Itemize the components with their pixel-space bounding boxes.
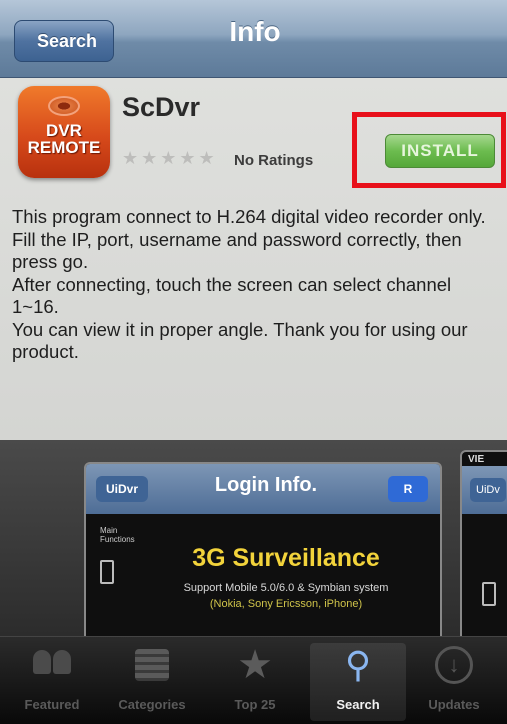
screenshot-back-button: UiDv — [470, 478, 506, 502]
app-name: ScDvr — [122, 92, 201, 122]
tab-featured[interactable]: Featured — [4, 643, 100, 721]
back-button[interactable]: Search — [14, 20, 115, 62]
description-line: Fill the IP, port, username and password… — [12, 228, 462, 273]
screenshot-carousel[interactable]: UiDvr Login Info. R Main Functions 3G Su… — [0, 440, 507, 636]
screenshot-navbar: UiDvr Login Info. R — [86, 464, 440, 514]
description-line: After connecting, touch the screen can s… — [12, 273, 452, 318]
screenshot-1[interactable]: UiDvr Login Info. R Main Functions 3G Su… — [84, 462, 442, 636]
screenshot-back-button: UiDvr — [96, 476, 149, 502]
app-icon-label: DVR REMOTE — [27, 121, 101, 157]
updates-icon: ↓ — [435, 646, 473, 684]
tab-categories[interactable]: Categories — [104, 643, 200, 721]
tab-top-25[interactable]: ★ Top 25 — [207, 643, 303, 721]
screenshot-subtext: Support Mobile 5.0/6.0 & Symbian system … — [183, 582, 389, 610]
app-icon: DVR REMOTE — [18, 86, 110, 178]
screenshot-status: VIE — [468, 454, 485, 465]
ratings-label: No Ratings — [234, 152, 314, 169]
camera-eye-icon — [48, 96, 80, 116]
screenshot-side-menu: Main Functions — [100, 526, 150, 584]
screenshot-r-button: R — [388, 476, 428, 502]
screenshot-headline: 3G Surveillance — [192, 544, 380, 572]
description-line: You can view it in proper angle. Thank y… — [12, 318, 468, 363]
phone-icon — [100, 560, 114, 584]
tab-updates[interactable]: ↓ Updates — [406, 643, 502, 721]
app-info-panel: DVR REMOTE ScDvr ★★★★★ No Ratings INSTAL… — [0, 78, 507, 440]
featured-icon — [32, 650, 72, 680]
rating-stars-icon: ★★★★★ — [122, 148, 218, 168]
star-icon: ★ — [237, 643, 273, 687]
tab-search[interactable]: ⚲ Search — [310, 643, 406, 721]
description-line: This program connect to H.264 digital vi… — [12, 206, 486, 227]
phone-icon — [482, 582, 496, 606]
page-title: Info — [229, 16, 281, 47]
navigation-bar: Search Info — [0, 0, 507, 78]
install-highlight-box: INSTALL — [352, 112, 506, 188]
categories-icon — [135, 649, 169, 681]
app-description: This program connect to H.264 digital vi… — [12, 206, 500, 364]
screenshot-title: Login Info. — [214, 474, 318, 496]
search-icon: ⚲ — [344, 644, 372, 685]
screenshot-2[interactable]: VIE UiDv — [460, 450, 507, 636]
tab-bar: Featured Categories ★ Top 25 ⚲ Search ↓ … — [0, 636, 507, 724]
install-button[interactable]: INSTALL — [385, 134, 495, 168]
